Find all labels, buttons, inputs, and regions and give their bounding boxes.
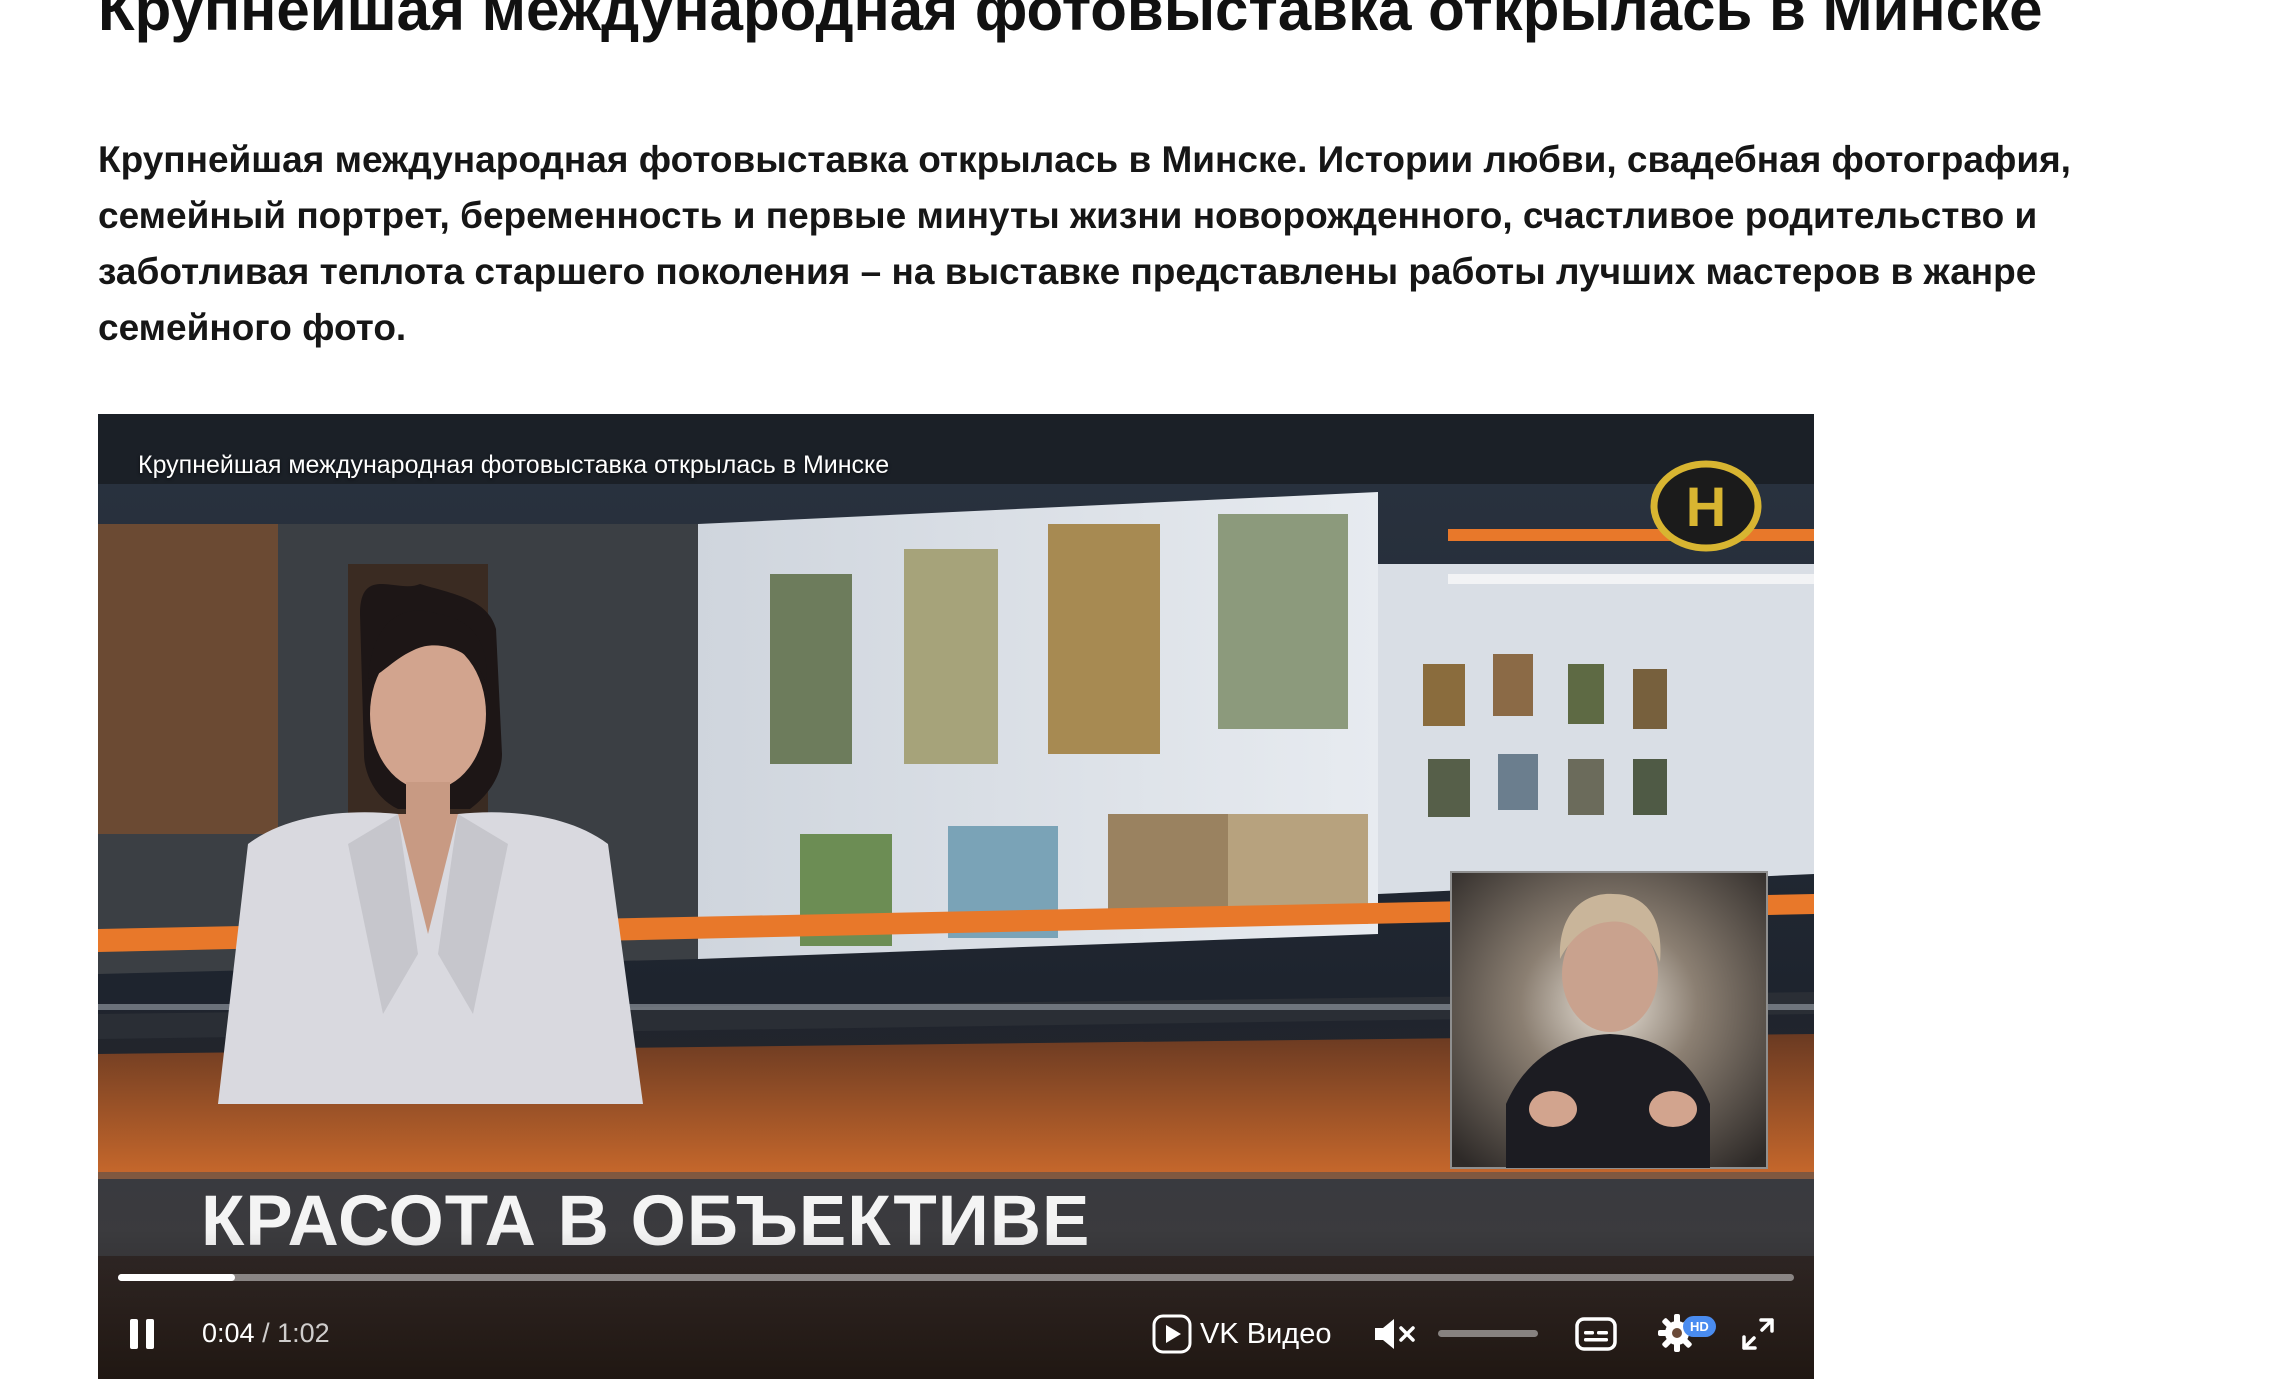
vk-video-label: VK Видео xyxy=(1200,1317,1332,1350)
fullscreen-button[interactable] xyxy=(1734,1310,1782,1358)
article-title: Крупнейшая международная фотовыставка от… xyxy=(98,0,2043,43)
vk-video-play-icon xyxy=(1152,1314,1192,1354)
hd-badge: HD xyxy=(1683,1316,1716,1337)
subtitles-icon xyxy=(1575,1317,1617,1351)
time-separator: / xyxy=(254,1318,278,1348)
time-display: 0:04 / 1:02 xyxy=(202,1318,330,1349)
subtitles-button[interactable] xyxy=(1572,1310,1620,1358)
volume-muted-icon xyxy=(1375,1319,1415,1349)
pause-icon xyxy=(130,1319,154,1349)
video-player[interactable]: Н Крупнейшая международная фотовыставка … xyxy=(98,414,1814,1379)
video-title: Крупнейшая международная фотовыставка от… xyxy=(138,451,890,479)
article: Крупнейшая международная фотовыставка от… xyxy=(0,0,2278,1390)
article-lead: Крупнейшая международная фотовыставка от… xyxy=(98,139,2071,348)
volume-slider[interactable] xyxy=(1438,1330,1538,1337)
current-time: 0:04 xyxy=(202,1318,255,1348)
progress-bar[interactable] xyxy=(118,1274,1794,1281)
mute-button[interactable] xyxy=(1370,1310,1422,1358)
vk-video-link[interactable]: VK Видео xyxy=(1152,1310,1331,1358)
controls-overlay xyxy=(98,1229,1814,1379)
pause-button[interactable] xyxy=(118,1310,166,1358)
duration: 1:02 xyxy=(277,1318,330,1348)
channel-logo: Н xyxy=(1686,475,1726,538)
fullscreen-icon xyxy=(1742,1318,1774,1350)
progress-fill xyxy=(118,1274,236,1281)
